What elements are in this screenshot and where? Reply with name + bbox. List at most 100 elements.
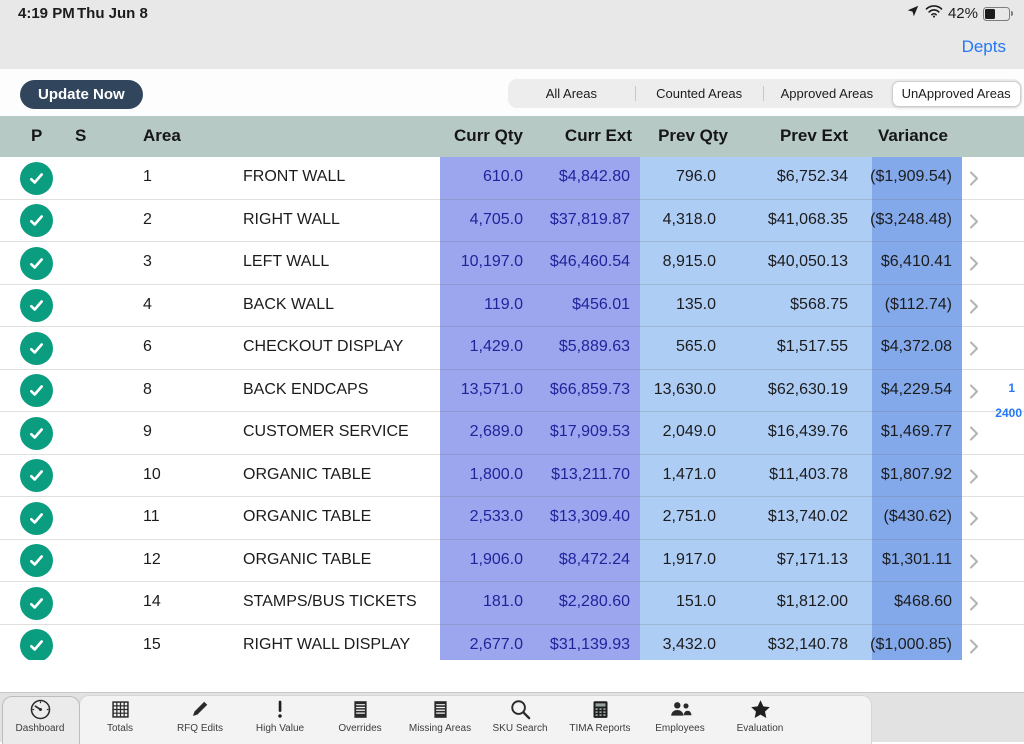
variance-value: ($1,909.54)	[858, 168, 952, 186]
depts-link[interactable]: Depts	[962, 37, 1006, 57]
chevron-right-icon[interactable]	[969, 170, 979, 192]
people-icon	[668, 696, 693, 722]
approved-check-icon	[20, 587, 53, 620]
segment-counted-areas[interactable]: Counted Areas	[636, 79, 763, 108]
tab-bar: DashboardTotalsRFQ EditsHigh ValueOverri…	[0, 692, 1024, 742]
tab-high-value[interactable]: High Value	[240, 696, 320, 742]
area-number: 2	[143, 211, 152, 229]
table-row[interactable]: 4 BACK WALL 119.0 $456.01 135.0 $568.75 …	[0, 285, 1024, 328]
tab-label: Employees	[655, 723, 704, 734]
area-number: 1	[143, 168, 152, 186]
chevron-right-icon[interactable]	[969, 298, 979, 320]
area-name: FRONT WALL	[243, 168, 345, 186]
prev-ext-value: $16,439.76	[724, 423, 848, 441]
tab-overrides[interactable]: Overrides	[320, 696, 400, 742]
approved-check-icon	[20, 459, 53, 492]
table-row[interactable]: 1 FRONT WALL 610.0 $4,842.80 796.0 $6,75…	[0, 157, 1024, 200]
segment-all-areas[interactable]: All Areas	[508, 79, 635, 108]
table-row[interactable]: 12 ORGANIC TABLE 1,906.0 $8,472.24 1,917…	[0, 540, 1024, 583]
header-variance: Variance	[878, 126, 948, 146]
pencil-icon	[189, 696, 211, 722]
chevron-right-icon[interactable]	[969, 595, 979, 617]
curr-ext-value: $8,472.24	[520, 551, 630, 569]
header-p: P	[31, 126, 42, 146]
table-row[interactable]: 6 CHECKOUT DISPLAY 1,429.0 $5,889.63 565…	[0, 327, 1024, 370]
prev-ext-value: $1,517.55	[724, 338, 848, 356]
calculator-icon	[590, 696, 611, 722]
area-name: RIGHT WALL	[243, 211, 340, 229]
variance-value: ($112.74)	[858, 296, 952, 314]
chevron-right-icon[interactable]	[969, 510, 979, 532]
table-row[interactable]: 2 RIGHT WALL 4,705.0 $37,819.87 4,318.0 …	[0, 200, 1024, 243]
table-row[interactable]: 14 STAMPS/BUS TICKETS 181.0 $2,280.60 15…	[0, 582, 1024, 625]
approved-check-icon	[20, 629, 53, 660]
prev-qty-value: 151.0	[630, 593, 716, 611]
gauge-icon	[29, 696, 52, 722]
document-lines-icon	[350, 696, 371, 722]
wifi-icon	[925, 4, 943, 23]
tab-rfq-edits[interactable]: RFQ Edits	[160, 696, 240, 742]
chevron-right-icon[interactable]	[969, 383, 979, 405]
area-filter-segmented-control: All AreasCounted AreasApproved AreasUnAp…	[508, 79, 1022, 108]
prev-qty-value: 796.0	[630, 168, 716, 186]
header-s: S	[75, 126, 86, 146]
table-row[interactable]: 9 CUSTOMER SERVICE 2,689.0 $17,909.53 2,…	[0, 412, 1024, 455]
segment-approved-areas[interactable]: Approved Areas	[764, 79, 891, 108]
chevron-right-icon[interactable]	[969, 468, 979, 490]
tab-label: Missing Areas	[409, 723, 471, 734]
table-row[interactable]: 11 ORGANIC TABLE 2,533.0 $13,309.40 2,75…	[0, 497, 1024, 540]
prev-ext-value: $41,068.35	[724, 211, 848, 229]
segment-unapproved-areas[interactable]: UnApproved Areas	[892, 81, 1021, 107]
approved-check-icon	[20, 374, 53, 407]
prev-qty-value: 2,751.0	[630, 508, 716, 526]
area-name: CUSTOMER SERVICE	[243, 423, 409, 441]
prev-ext-value: $1,812.00	[724, 593, 848, 611]
tab-totals[interactable]: Totals	[80, 696, 160, 742]
approved-check-icon	[20, 332, 53, 365]
tab-dashboard[interactable]: Dashboard	[0, 696, 80, 742]
scroll-indicator-top: 1	[1008, 381, 1015, 395]
status-date: Thu Jun 8	[77, 5, 148, 22]
prev-qty-value: 8,915.0	[630, 253, 716, 271]
chevron-right-icon[interactable]	[969, 340, 979, 362]
area-name: CHECKOUT DISPLAY	[243, 338, 403, 356]
tab-evaluation[interactable]: Evaluation	[720, 696, 800, 742]
area-number: 4	[143, 296, 152, 314]
table-row[interactable]: 15 RIGHT WALL DISPLAY 2,677.0 $31,139.93…	[0, 625, 1024, 661]
header-prev-ext: Prev Ext	[748, 126, 848, 146]
scroll-indicator-bottom: 2400	[995, 406, 1022, 420]
tab-label: SKU Search	[492, 723, 547, 734]
chevron-right-icon[interactable]	[969, 213, 979, 235]
prev-qty-value: 13,630.0	[630, 381, 716, 399]
area-name: ORGANIC TABLE	[243, 466, 371, 484]
variance-value: ($430.62)	[858, 508, 952, 526]
curr-qty-value: 2,533.0	[430, 508, 523, 526]
tab-employees[interactable]: Employees	[640, 696, 720, 742]
tab-label: Evaluation	[737, 723, 784, 734]
chevron-right-icon[interactable]	[969, 553, 979, 575]
tab-sku-search[interactable]: SKU Search	[480, 696, 560, 742]
variance-value: $1,807.92	[858, 466, 952, 484]
chevron-right-icon[interactable]	[969, 425, 979, 447]
table-body: 1 FRONT WALL 610.0 $4,842.80 796.0 $6,75…	[0, 157, 1024, 660]
prev-ext-value: $13,740.02	[724, 508, 848, 526]
table-row[interactable]: 10 ORGANIC TABLE 1,800.0 $13,211.70 1,47…	[0, 455, 1024, 498]
table-header: P S Area Curr Qty Curr Ext Prev Qty Prev…	[0, 116, 1024, 157]
update-now-button[interactable]: Update Now	[20, 80, 143, 109]
area-number: 12	[143, 551, 161, 569]
curr-qty-value: 1,800.0	[430, 466, 523, 484]
prev-qty-value: 1,471.0	[630, 466, 716, 484]
area-number: 11	[143, 508, 160, 526]
prev-ext-value: $7,171.13	[724, 551, 848, 569]
tab-tima-reports[interactable]: TIMA Reports	[560, 696, 640, 742]
header-curr-ext: Curr Ext	[535, 126, 632, 146]
table-row[interactable]: 8 BACK ENDCAPS 13,571.0 $66,859.73 13,63…	[0, 370, 1024, 413]
area-number: 8	[143, 381, 152, 399]
chevron-right-icon[interactable]	[969, 638, 979, 660]
variance-value: $1,301.11	[858, 551, 952, 569]
table-row[interactable]: 3 LEFT WALL 10,197.0 $46,460.54 8,915.0 …	[0, 242, 1024, 285]
curr-ext-value: $456.01	[520, 296, 630, 314]
tab-missing-areas[interactable]: Missing Areas	[400, 696, 480, 742]
chevron-right-icon[interactable]	[969, 255, 979, 277]
prev-qty-value: 2,049.0	[630, 423, 716, 441]
